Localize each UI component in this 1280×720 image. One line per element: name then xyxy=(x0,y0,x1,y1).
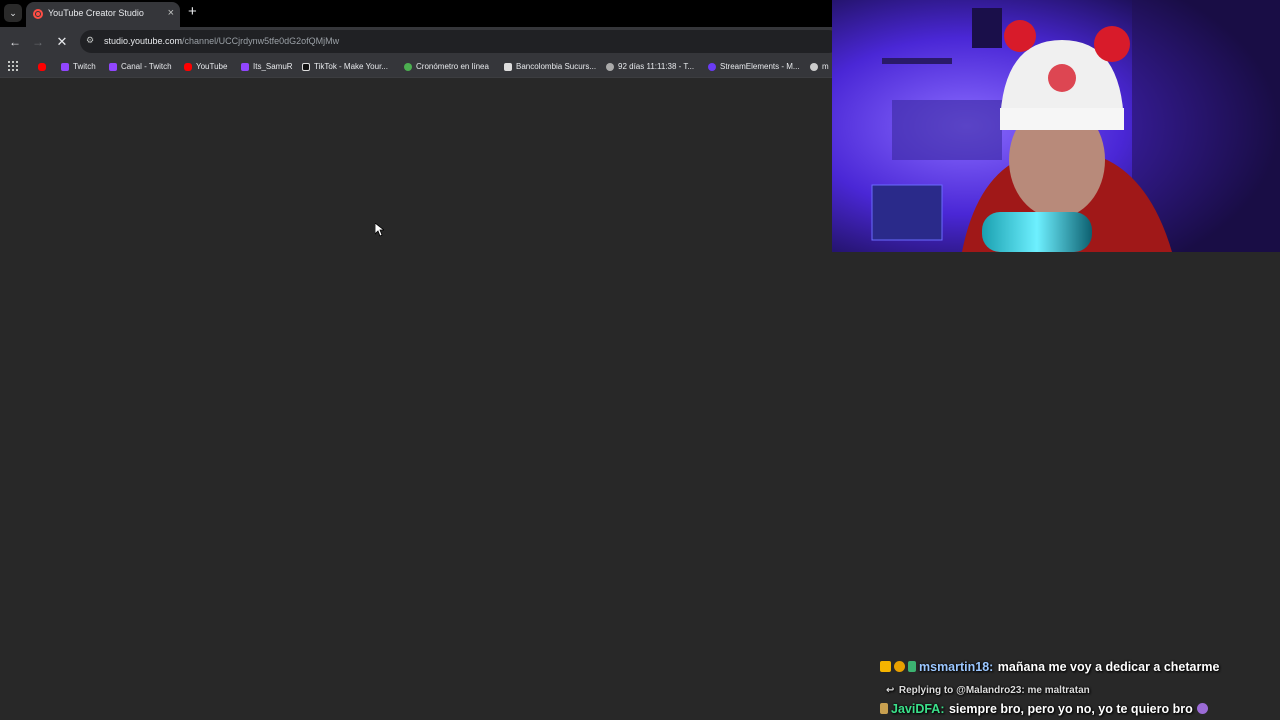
bookmark-label: Its_SamuR xyxy=(253,62,293,71)
mouse-cursor-icon xyxy=(374,222,386,242)
bookmark-label: m xyxy=(822,62,829,71)
chat-username: JaviDFA: xyxy=(891,702,945,716)
crown-badge-icon xyxy=(880,661,891,672)
tab-search-button[interactable]: ⌄ xyxy=(4,4,22,22)
chat-reply-line: ↩ Replying to @Malandro23: me maltratan xyxy=(886,680,1090,698)
bookmark-label: Twitch xyxy=(73,62,96,71)
reply-label: Replying to @Malandro23: me maltratan xyxy=(898,685,1090,696)
emote-icon xyxy=(1197,703,1209,714)
webcam-image xyxy=(832,0,1280,252)
url-host: studio.youtube.com xyxy=(104,36,183,46)
apps-grid-icon[interactable] xyxy=(8,61,18,71)
youtube-icon xyxy=(38,62,46,71)
url-text[interactable]: studio.youtube.com/channel/UCCjrdynw5tfe… xyxy=(104,36,339,46)
bookmark-youtube-icon-only[interactable] xyxy=(38,59,46,74)
youtube-icon xyxy=(184,62,192,71)
tab-youtube-creator-studio[interactable]: YouTube Creator Studio × xyxy=(26,2,180,27)
bookmark-youtube[interactable]: YouTube xyxy=(184,59,227,74)
bookmark-label: 92 días 11:11:38 - T... xyxy=(618,62,695,71)
bookmark-streamelements[interactable]: StreamElements - M... xyxy=(708,59,800,74)
tiktok-icon xyxy=(302,62,310,71)
stop-loading-icon[interactable]: ✕ xyxy=(53,33,71,51)
back-arrow-icon[interactable]: ← xyxy=(6,33,24,51)
new-tab-button[interactable]: + xyxy=(188,4,197,20)
tab-title: YouTube Creator Studio xyxy=(48,8,144,18)
google-icon xyxy=(810,62,818,71)
chat-message: JaviDFA: siempre bro, pero yo no, yo te … xyxy=(880,700,1211,718)
forward-arrow-icon[interactable]: → xyxy=(29,33,47,51)
chat-message: msmartin18: mañana me voy a dedicar a ch… xyxy=(880,658,1219,676)
bookmark-label: StreamElements - M... xyxy=(720,62,800,71)
countdown-icon xyxy=(606,62,614,71)
reply-arrow-icon: ↩ xyxy=(886,685,895,696)
twitch-icon xyxy=(109,62,117,71)
bookmark-its-samur[interactable]: Its_SamuR xyxy=(241,59,293,74)
address-bar[interactable]: ⚙ studio.youtube.com/channel/UCCjrdynw5t… xyxy=(80,30,840,53)
stopwatch-icon xyxy=(404,62,412,71)
bookmark-tiktok[interactable]: TikTok - Make Your... xyxy=(302,59,388,74)
site-info-icon[interactable]: ⚙ xyxy=(86,35,94,46)
bookmark-label: TikTok - Make Your... xyxy=(314,62,388,71)
chat-text: mañana me voy a dedicar a chetarme xyxy=(997,660,1220,674)
bookmark-google[interactable]: m xyxy=(810,59,829,74)
bookmark-label: Canal - Twitch xyxy=(121,62,172,71)
bookmark-label: YouTube xyxy=(196,62,228,71)
bancolombia-icon xyxy=(504,62,512,71)
bookmark-label: Bancolombia Sucurs... xyxy=(516,62,597,71)
bookmark-label: Cronómetro en línea xyxy=(416,62,489,71)
twitch-icon xyxy=(61,62,69,71)
bookmark-countdown[interactable]: 92 días 11:11:38 - T... xyxy=(606,59,694,74)
chevron-down-icon: ⌄ xyxy=(9,7,17,18)
sword-badge-icon xyxy=(908,661,916,672)
bookmark-bancolombia[interactable]: Bancolombia Sucurs... xyxy=(504,59,596,74)
sword-badge-icon xyxy=(880,703,888,714)
bookmark-canal-twitch[interactable]: Canal - Twitch xyxy=(109,59,172,74)
webcam-overlay xyxy=(832,0,1280,252)
bookmark-twitch[interactable]: Twitch xyxy=(61,59,96,74)
youtube-studio-favicon-icon xyxy=(33,9,43,19)
twitch-icon xyxy=(241,62,249,71)
chat-text: siempre bro, pero yo no, yo te quiero br… xyxy=(948,702,1193,716)
close-icon[interactable]: × xyxy=(168,6,174,20)
url-path: /channel/UCCjrdynw5tfe0dG2ofQMjMw xyxy=(182,36,340,46)
bookmark-cronometro[interactable]: Cronómetro en línea xyxy=(404,59,489,74)
sub-badge-icon xyxy=(894,661,905,672)
streamelements-icon xyxy=(708,62,716,71)
chat-username: msmartin18: xyxy=(919,660,994,674)
